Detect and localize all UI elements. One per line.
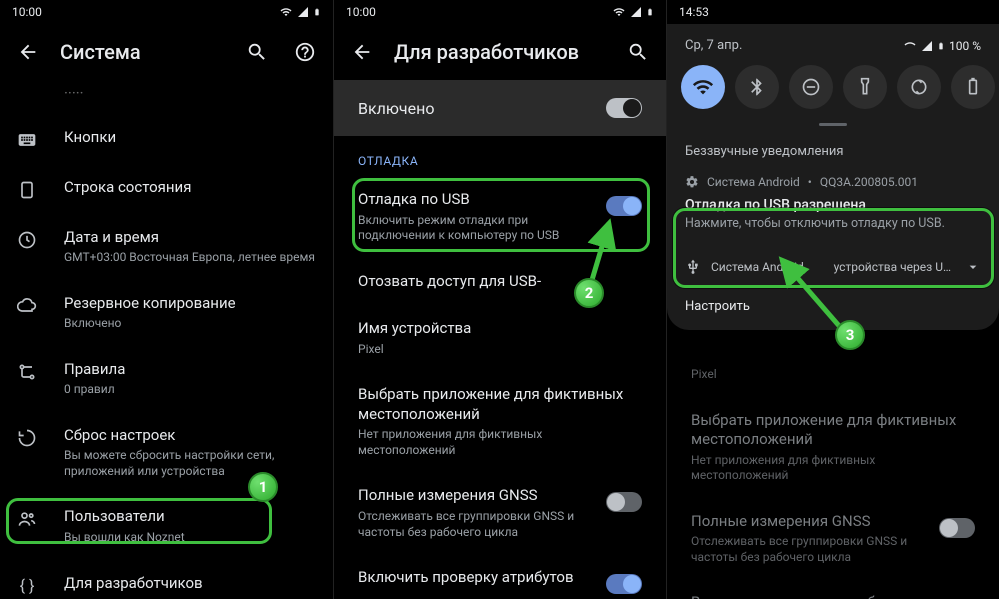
- silent-notifications-header: Беззвучные уведомления: [667, 130, 999, 165]
- qs-dnd[interactable]: [789, 65, 833, 109]
- manage-button[interactable]: Настроить: [667, 287, 999, 320]
- search-button[interactable]: [616, 30, 660, 74]
- gear-icon: [685, 175, 699, 189]
- app-bar: Для разработчиков: [334, 24, 666, 80]
- notif-meta: QQ3A.200805.001: [820, 175, 918, 189]
- status-icons: [279, 6, 321, 18]
- notification-usb-debug[interactable]: Система Android • QQ3A.200805.001 Отладк…: [667, 165, 999, 245]
- phone-icon: [16, 178, 38, 200]
- pane-system: 10:00 Система ····· Кнопки Строка сост: [0, 0, 333, 599]
- status-bar: 14:53: [667, 0, 999, 24]
- dimmed-background: Pixel Выбрать приложение для фиктивных м…: [667, 350, 999, 599]
- qs-wifi[interactable]: [681, 65, 725, 109]
- help-button[interactable]: [283, 30, 327, 74]
- status-bar: 10:00: [334, 0, 666, 24]
- list-item-buttons[interactable]: Кнопки: [0, 114, 333, 164]
- status-icons: [612, 6, 654, 18]
- list-item-developer[interactable]: { } Для разработчиков: [0, 560, 333, 599]
- list-item-statusbar[interactable]: Строка состояния: [0, 164, 333, 214]
- pane-developers: 10:00 Для разработчиков Включено Отладка…: [333, 0, 666, 599]
- clock: 14:53: [679, 5, 987, 19]
- cloud-icon: [16, 294, 38, 316]
- quick-settings-row: [667, 61, 999, 119]
- usb-icon: [685, 259, 701, 275]
- master-toggle[interactable]: [606, 98, 642, 118]
- rules-icon: [16, 360, 38, 382]
- qs-bluetooth[interactable]: [735, 65, 779, 109]
- clock-icon: [16, 228, 38, 250]
- battery-text: 100 %: [949, 39, 981, 53]
- qs-rotate[interactable]: [897, 65, 941, 109]
- page-title: Система: [54, 40, 231, 64]
- pref-gnss[interactable]: Полные измерения GNSSОтслеживать все гру…: [334, 472, 666, 554]
- shade-handle[interactable]: [819, 123, 847, 126]
- reset-icon: [16, 426, 38, 448]
- notif-body: Нажмите, чтобы отключить отладку по USB.: [685, 216, 981, 231]
- notif-title: Отладка по USB разрешена: [685, 197, 981, 213]
- list-item: Выбрать приложение для фиктивных местопо…: [667, 397, 999, 498]
- notification-shade: Ср, 7 апр. 100 % Беззвучные уведомления …: [667, 24, 999, 330]
- pref-mock-location[interactable]: Выбрать приложение для фиктивных местопо…: [334, 371, 666, 472]
- toggle-check-attrs[interactable]: [606, 574, 642, 594]
- back-button[interactable]: [340, 30, 384, 74]
- page-title: Для разработчиков: [388, 40, 612, 64]
- list-item: Pixel: [667, 350, 999, 397]
- notif-app-name: Система Android: [707, 175, 800, 189]
- list-item: Включить проверку атрибутов: [667, 579, 999, 599]
- section-header-debug: Отладка: [334, 136, 666, 176]
- users-icon: [16, 507, 38, 529]
- list-item-backup[interactable]: Резервное копированиеВключено: [0, 280, 333, 346]
- app-bar: Система: [0, 24, 333, 80]
- pref-revoke-usb[interactable]: Отозвать доступ для USB-: [334, 258, 666, 306]
- keyboard-icon: [16, 128, 38, 150]
- list-item-rules[interactable]: Правила0 правил: [0, 346, 333, 412]
- list-item: Полные измерения GNSSОтслеживать все гру…: [667, 498, 999, 580]
- clock: 10:00: [12, 5, 279, 19]
- notification-usb-charge[interactable]: Система Android устройства через USB…: [667, 247, 999, 287]
- list-item-users[interactable]: ПользователиВы вошли как Noznet: [0, 493, 333, 559]
- search-button[interactable]: [235, 30, 279, 74]
- date-text: Ср, 7 апр.: [685, 38, 742, 53]
- placeholder-icon: [16, 84, 38, 86]
- list-item-reset[interactable]: Сброс настроекВы можете сбросить настрой…: [0, 412, 333, 494]
- pref-device-name[interactable]: Имя устройстваPixel: [334, 305, 666, 371]
- shade-header: Ср, 7 апр. 100 %: [667, 24, 999, 61]
- settings-list: ····· Кнопки Строка состояния Дата и вре…: [0, 80, 333, 599]
- clock: 10:00: [346, 5, 612, 19]
- list-item[interactable]: ·····: [0, 80, 333, 114]
- qs-battery-saver[interactable]: [951, 65, 995, 109]
- toggle-disabled: [939, 518, 975, 538]
- master-switch-row[interactable]: Включено: [334, 80, 666, 136]
- pref-check-attrs[interactable]: Включить проверку атрибутов: [334, 554, 666, 599]
- list-item-datetime[interactable]: Дата и времяGMT+03:00 Восточная Европа, …: [0, 214, 333, 280]
- qs-flashlight[interactable]: [843, 65, 887, 109]
- toggle-gnss[interactable]: [606, 492, 642, 512]
- pref-usb-debugging[interactable]: Отладка по USBВключить режим отладки при…: [334, 176, 666, 258]
- toggle-usb-debugging[interactable]: [606, 196, 642, 216]
- pane-notifications: 14:53 Pixel Выбрать приложение для фикти…: [666, 0, 999, 599]
- master-switch-label: Включено: [358, 99, 606, 118]
- back-button[interactable]: [6, 30, 50, 74]
- dev-icon: { }: [16, 574, 38, 595]
- status-bar: 10:00: [0, 0, 333, 24]
- chevron-down-icon[interactable]: [965, 259, 981, 275]
